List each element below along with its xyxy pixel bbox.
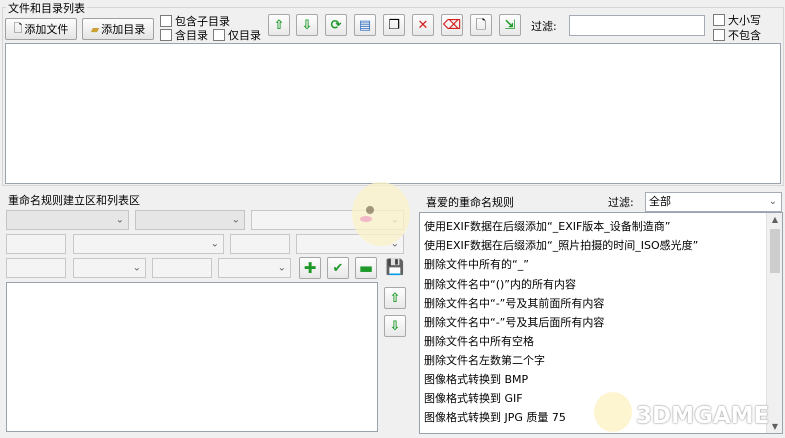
list-item[interactable]: 图像格式转换到 GIF <box>424 390 523 406</box>
list-item[interactable]: 使用EXIF数据在后缀添加“_EXIF版本_设备制造商” <box>424 218 671 234</box>
checkbox-box <box>713 29 725 41</box>
minus-icon: ▬ <box>358 258 374 277</box>
mascot-cheek-icon <box>360 216 372 222</box>
favorites-title: 喜爱的重命名规则 <box>424 194 516 210</box>
list-item[interactable]: 图像格式转换到 JPG 质量 75 <box>424 409 566 425</box>
rule-param-field-2[interactable] <box>230 234 290 254</box>
file-icon: 🗋 <box>13 21 23 35</box>
case-sensitive-checkbox[interactable]: 大小写 <box>713 12 761 28</box>
up-arrow-icon: ⇧ <box>273 17 285 33</box>
list-item[interactable]: 删除文件名中所有空格 <box>424 333 534 349</box>
copy-icon: ❐ <box>388 17 400 33</box>
refresh-button[interactable]: ⟳ <box>325 14 347 36</box>
plus-icon: ✚ <box>303 258 317 277</box>
rule-move-down-button[interactable]: ⇩ <box>384 315 406 337</box>
favorites-filter-select[interactable]: 全部 ⌄ <box>645 192 782 212</box>
add-file-label: 添加文件 <box>24 23 69 36</box>
exclude-label: 不包含 <box>728 29 761 42</box>
add-directory-label: 添加目录 <box>101 23 146 36</box>
file-list-panel[interactable] <box>5 43 781 184</box>
list-item[interactable]: 删除文件中所有的“_” <box>424 256 529 272</box>
watermark-text: 3DMGAME <box>636 403 770 429</box>
copy-button[interactable]: ❐ <box>383 14 405 36</box>
delete-button[interactable]: ✕ <box>412 14 434 36</box>
down-arrow-icon: ⇩ <box>389 318 401 334</box>
document-icon: ▤ <box>358 17 372 33</box>
exclude-checkbox[interactable]: 不包含 <box>713 27 761 43</box>
rule-param-select-3[interactable]: ⌄ <box>73 258 146 278</box>
move-down-button[interactable]: ⇩ <box>296 14 318 36</box>
list-item[interactable]: 删除文件名中“()”内的所有内容 <box>424 276 576 292</box>
save-button[interactable]: 💾 <box>385 258 405 276</box>
export-button[interactable]: ⇲ <box>499 14 521 36</box>
document-button[interactable]: ▤ <box>354 14 376 36</box>
list-item[interactable]: 删除文件名左数第二个字 <box>424 352 545 368</box>
mascot-eye-icon <box>366 206 374 214</box>
add-rule-button[interactable]: ✚ <box>299 257 321 279</box>
confirm-rule-button[interactable]: ✔ <box>327 257 349 279</box>
scrollbar-thumb[interactable] <box>770 229 780 273</box>
scroll-up-icon[interactable]: ▲ <box>767 215 782 224</box>
new-file-button[interactable]: 🗋 <box>470 14 492 36</box>
rule-move-up-button[interactable]: ⇧ <box>384 287 406 309</box>
rule-param-field-4[interactable] <box>152 258 212 278</box>
add-directory-button[interactable]: ▰ 添加目录 <box>82 18 154 40</box>
clear-icon: ⌫ <box>442 17 462 33</box>
delete-icon: ✕ <box>417 17 429 33</box>
filter-label: 过滤: <box>531 20 557 33</box>
favorites-filter-value: 全部 <box>649 195 671 208</box>
list-item[interactable]: 使用EXIF数据在后缀添加“_照片拍摄的时间_ISO感光度” <box>424 237 698 253</box>
save-icon: 💾 <box>385 258 405 276</box>
remove-rule-button[interactable]: ▬ <box>355 257 377 279</box>
only-directory-checkbox[interactable]: 仅目录 <box>213 27 261 43</box>
chevron-down-icon: ⌄ <box>210 238 219 250</box>
rules-area-title: 重命名规则建立区和列表区 <box>6 192 142 208</box>
check-icon: ✔ <box>332 260 344 276</box>
refresh-icon: ⟳ <box>330 17 342 33</box>
checkbox-box <box>213 29 225 41</box>
with-directory-checkbox[interactable]: 含目录 <box>160 27 208 43</box>
rules-list-panel[interactable] <box>6 282 378 432</box>
favorites-scrollbar[interactable]: ▲ ▼ <box>766 213 782 433</box>
chevron-down-icon: ⌄ <box>277 262 286 274</box>
rule-param-select-4[interactable]: ⌄ <box>218 258 291 278</box>
list-item[interactable]: 删除文件名中“-”号及其前面所有内容 <box>424 295 604 311</box>
down-arrow-icon: ⇩ <box>301 17 313 33</box>
export-icon: ⇲ <box>504 17 516 33</box>
folder-icon: ▰ <box>90 22 100 36</box>
chevron-down-icon: ⌄ <box>132 262 141 274</box>
clear-button[interactable]: ⌫ <box>441 14 463 36</box>
scroll-down-icon[interactable]: ▼ <box>767 422 782 431</box>
rule-param-field-3[interactable] <box>6 258 66 278</box>
add-file-button[interactable]: 🗋 添加文件 <box>5 18 77 40</box>
up-arrow-icon: ⇧ <box>389 290 401 306</box>
chevron-down-icon: ⌄ <box>768 196 777 207</box>
case-sensitive-label: 大小写 <box>728 14 761 27</box>
favorites-filter-label: 过滤: <box>608 196 634 209</box>
file-list-title: 文件和目录列表 <box>6 0 87 16</box>
with-directory-label: 含目录 <box>175 29 208 42</box>
checkbox-box <box>160 15 172 27</box>
chevron-down-icon: ⌄ <box>115 214 124 226</box>
only-directory-label: 仅目录 <box>228 29 261 42</box>
file-icon: 🗋 <box>475 17 487 33</box>
rule-param-field-1[interactable] <box>6 234 66 254</box>
rule-position-select[interactable]: ⌄ <box>135 210 245 230</box>
list-item[interactable]: 删除文件名中“-”号及其后面所有内容 <box>424 314 604 330</box>
move-up-button[interactable]: ⇧ <box>268 14 290 36</box>
chevron-down-icon: ⌄ <box>231 214 240 226</box>
rule-param-select-1[interactable]: ⌄ <box>73 234 224 254</box>
list-item[interactable]: 图像格式转换到 BMP <box>424 371 528 387</box>
filter-input[interactable] <box>569 15 705 36</box>
mascot-watermark-icon <box>352 182 410 246</box>
logo-mascot-icon <box>594 392 632 432</box>
checkbox-box <box>160 29 172 41</box>
rule-type-select[interactable]: ⌄ <box>6 210 129 230</box>
checkbox-box <box>713 14 725 26</box>
